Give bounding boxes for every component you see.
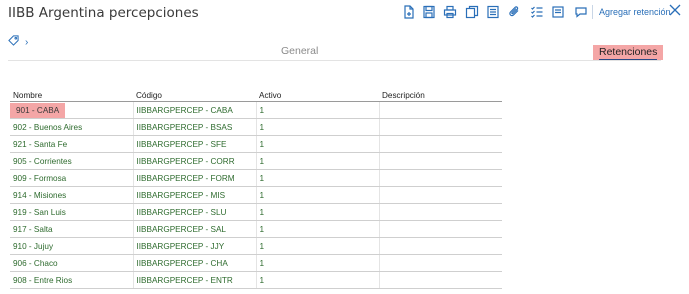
cell-codigo[interactable]: IIBBARGPERCEP - CHA — [133, 254, 257, 272]
cell-activo[interactable]: 1 — [256, 118, 380, 136]
tag-chevron[interactable]: › — [25, 37, 28, 48]
cell-activo[interactable]: 1 — [256, 101, 380, 119]
cell-activo[interactable]: 1 — [256, 254, 380, 272]
cell-descripcion[interactable] — [379, 254, 502, 272]
cell-activo[interactable]: 1 — [256, 203, 380, 221]
cell-nombre[interactable]: 910 - Jujuy — [10, 237, 134, 255]
cell-descripcion[interactable] — [379, 271, 502, 289]
cell-nombre[interactable]: 906 - Chaco — [10, 254, 134, 272]
cell-nombre[interactable]: 905 - Corrientes — [10, 152, 134, 170]
close-icon[interactable] — [668, 3, 682, 17]
page-title: IIBB Argentina percepciones — [8, 5, 199, 21]
cell-activo[interactable]: 1 — [256, 220, 380, 238]
cell-descripcion[interactable] — [379, 186, 502, 204]
cell-descripcion[interactable] — [379, 118, 502, 136]
cell-nombre[interactable]: 917 - Salta — [10, 220, 134, 238]
print-icon[interactable] — [443, 4, 457, 20]
cell-nombre[interactable]: 901 - CABA — [10, 101, 134, 119]
cell-codigo[interactable]: IIBBARGPERCEP - MIS — [133, 186, 257, 204]
cell-activo[interactable]: 1 — [256, 135, 380, 153]
cell-descripcion[interactable] — [379, 237, 502, 255]
cell-nombre[interactable]: 914 - Misiones — [10, 186, 134, 204]
checklist-icon[interactable] — [530, 4, 544, 20]
table-header-row: Nombre Código Activo Descripción — [10, 89, 502, 102]
table-row[interactable]: 910 - Jujuy IIBBARGPERCEP - JJY 1 — [10, 237, 502, 255]
attach-icon[interactable] — [508, 4, 522, 20]
cell-nombre[interactable]: 909 - Formosa — [10, 169, 134, 187]
column-header-nombre[interactable]: Nombre — [10, 89, 133, 102]
cell-activo[interactable]: 1 — [256, 237, 380, 255]
column-header-descripcion[interactable]: Descripción — [379, 89, 502, 102]
table-row[interactable]: 902 - Buenos Aires IIBBARGPERCEP - BSAS … — [10, 118, 502, 136]
table-row[interactable]: 919 - San Luis IIBBARGPERCEP - SLU 1 — [10, 203, 502, 221]
tab-divider — [8, 60, 661, 61]
table-row[interactable]: 914 - Misiones IIBBARGPERCEP - MIS 1 — [10, 186, 502, 204]
selected-cell-highlight: 901 - CABA — [10, 102, 66, 118]
table-row[interactable]: 921 - Santa Fe IIBBARGPERCEP - SFE 1 — [10, 135, 502, 153]
table-row[interactable]: 905 - Corrientes IIBBARGPERCEP - CORR 1 — [10, 152, 502, 170]
cell-activo[interactable]: 1 — [256, 186, 380, 204]
table-row[interactable]: 908 - Entre Rios IIBBARGPERCEP - ENTR 1 — [10, 271, 502, 289]
cell-activo[interactable]: 1 — [256, 169, 380, 187]
column-header-activo[interactable]: Activo — [256, 89, 379, 102]
table-row[interactable]: 906 - Chaco IIBBARGPERCEP - CHA 1 — [10, 254, 502, 272]
cell-activo[interactable]: 1 — [256, 152, 380, 170]
toolbar-divider — [592, 5, 593, 19]
retenciones-table: Nombre Código Activo Descripción 901 - C… — [10, 89, 502, 289]
cell-codigo[interactable]: IIBBARGPERCEP - SLU — [133, 203, 257, 221]
cell-descripcion[interactable] — [379, 152, 502, 170]
cell-codigo[interactable]: IIBBARGPERCEP - JJY — [133, 237, 257, 255]
cell-nombre[interactable]: 921 - Santa Fe — [10, 135, 134, 153]
cell-descripcion[interactable] — [379, 101, 502, 119]
cell-descripcion[interactable] — [379, 220, 502, 238]
cell-codigo[interactable]: IIBBARGPERCEP - SAL — [133, 220, 257, 238]
list-icon[interactable] — [486, 4, 500, 20]
cell-descripcion[interactable] — [379, 135, 502, 153]
cell-codigo[interactable]: IIBBARGPERCEP - BSAS — [133, 118, 257, 136]
cell-activo[interactable]: 1 — [256, 271, 380, 289]
tab-retenciones[interactable]: Retenciones — [593, 45, 664, 61]
cell-codigo[interactable]: IIBBARGPERCEP - CABA — [133, 101, 257, 119]
agregar-retencion-button[interactable]: Agregar retención — [599, 7, 671, 17]
new-document-icon[interactable] — [402, 4, 416, 20]
cell-nombre[interactable]: 902 - Buenos Aires — [10, 118, 134, 136]
save-icon[interactable] — [422, 4, 436, 20]
cell-descripcion[interactable] — [379, 203, 502, 221]
comment-icon[interactable] — [574, 4, 588, 20]
table-row[interactable]: 909 - Formosa IIBBARGPERCEP - FORM 1 — [10, 169, 502, 187]
table-row[interactable]: 917 - Salta IIBBARGPERCEP - SAL 1 — [10, 220, 502, 238]
cell-nombre[interactable]: 908 - Entre Rios — [10, 271, 134, 289]
tag-icon[interactable] — [8, 35, 19, 49]
cell-codigo[interactable]: IIBBARGPERCEP - FORM — [133, 169, 257, 187]
column-header-codigo[interactable]: Código — [133, 89, 256, 102]
cell-descripcion[interactable] — [379, 169, 502, 187]
tab-general[interactable]: General — [281, 45, 318, 57]
copy-icon[interactable] — [465, 4, 479, 20]
cell-codigo[interactable]: IIBBARGPERCEP - CORR — [133, 152, 257, 170]
tag-row: › — [8, 35, 28, 49]
cell-codigo[interactable]: IIBBARGPERCEP - ENTR — [133, 271, 257, 289]
table-row[interactable]: 901 - CABA IIBBARGPERCEP - CABA 1 — [10, 101, 502, 119]
note-icon[interactable] — [551, 4, 565, 20]
cell-nombre[interactable]: 919 - San Luis — [10, 203, 134, 221]
cell-codigo[interactable]: IIBBARGPERCEP - SFE — [133, 135, 257, 153]
